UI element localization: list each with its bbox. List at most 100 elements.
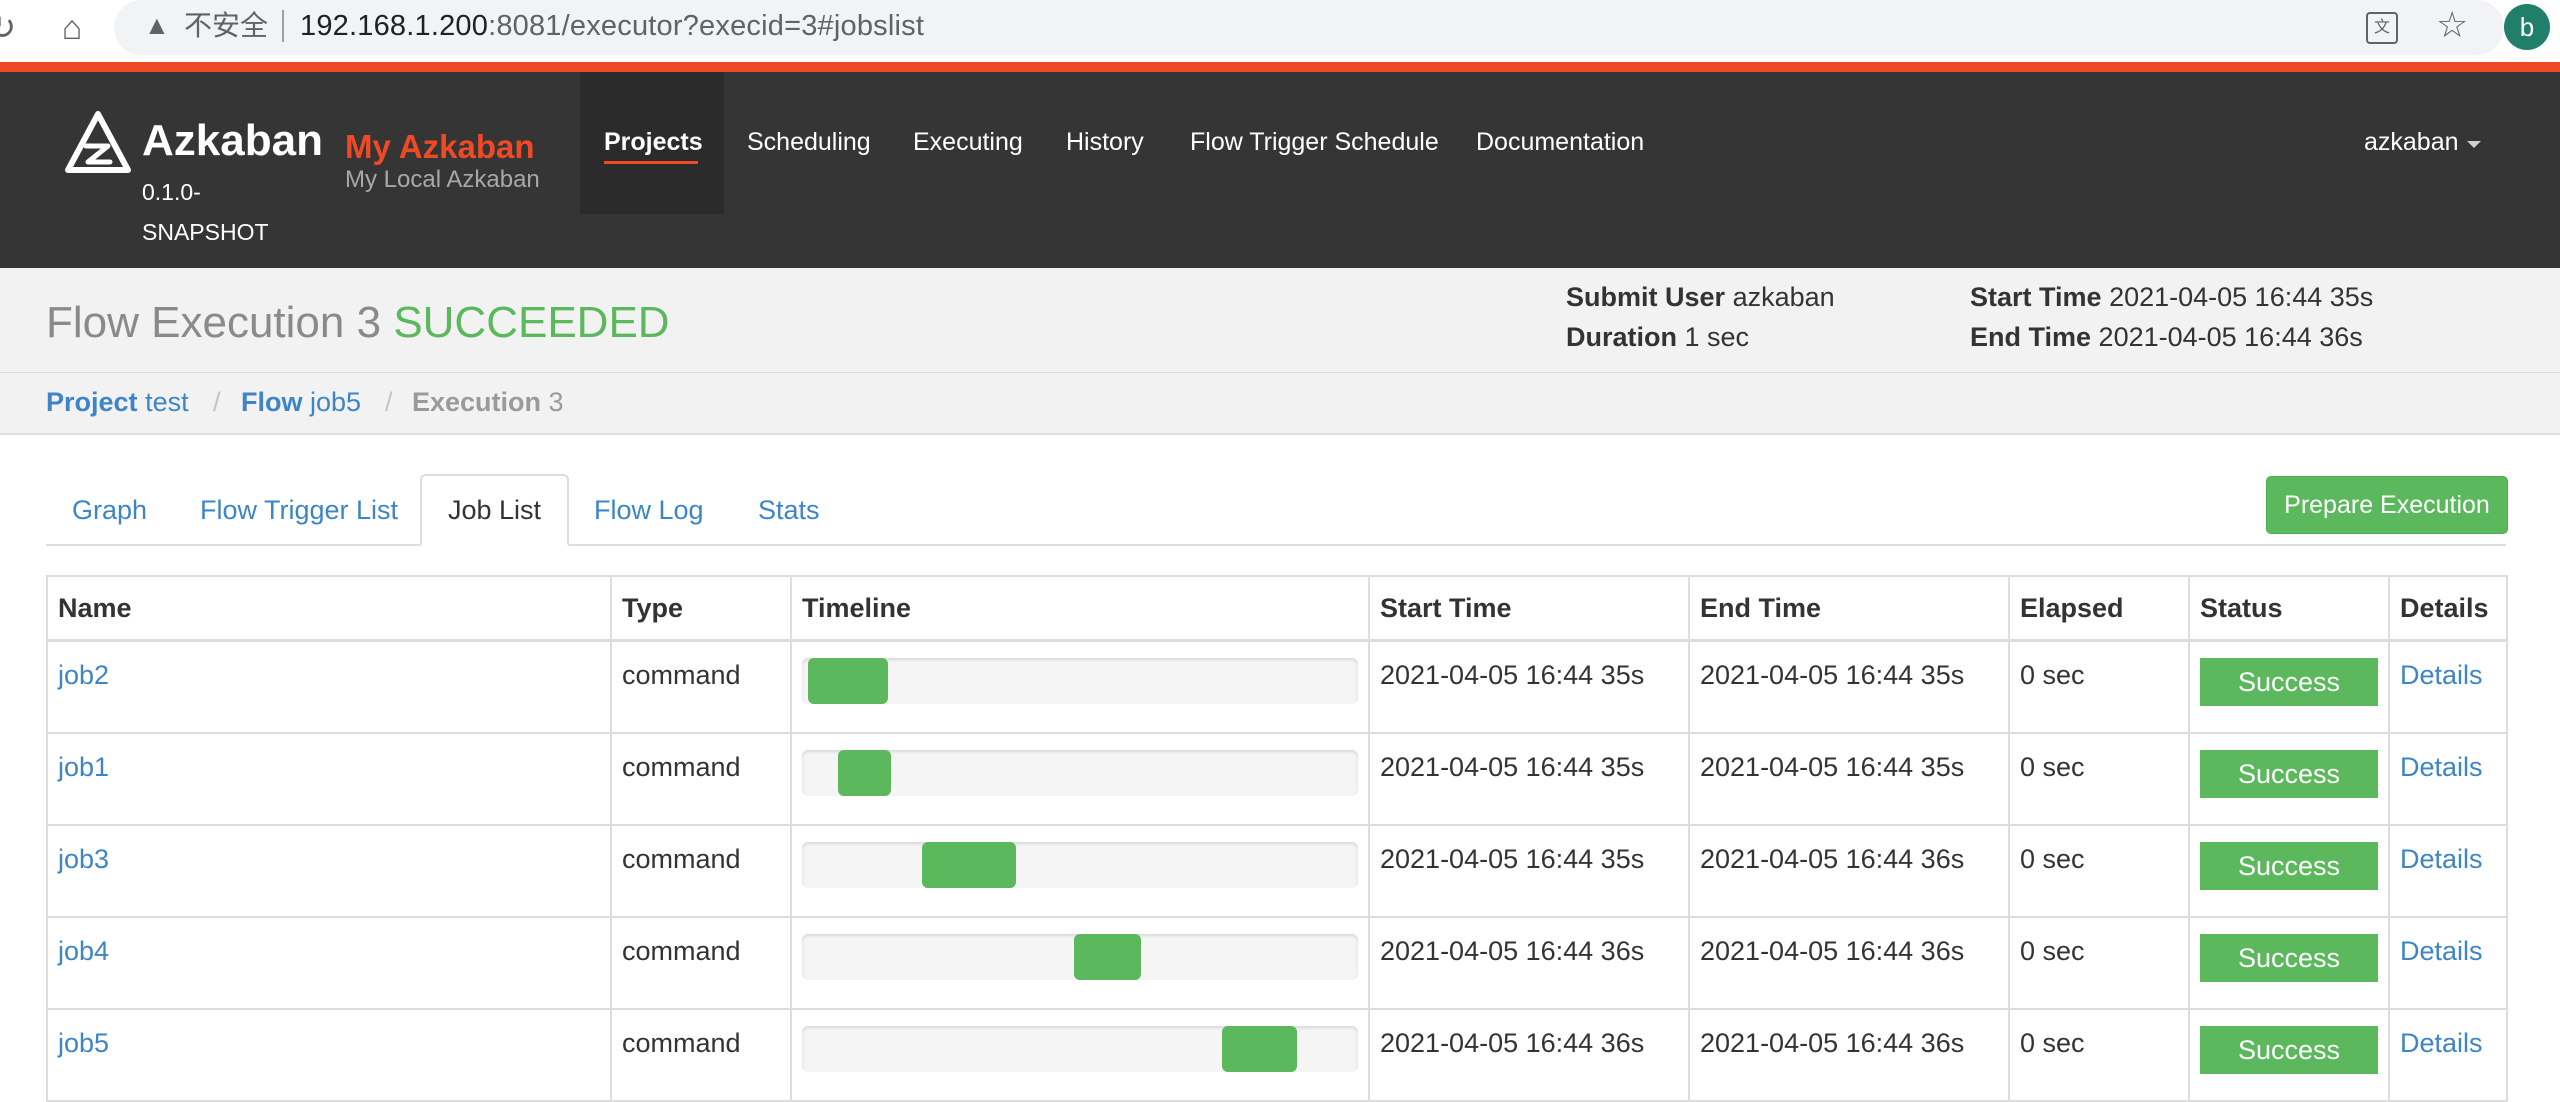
nav-flow-trigger-schedule[interactable]: Flow Trigger Schedule [1190, 128, 1439, 157]
job-end-time: 2021-04-05 16:44 35s [1688, 639, 2010, 734]
status-badge: Success [2200, 750, 2378, 798]
job-elapsed: 0 sec [2008, 916, 2190, 1010]
job-name-link[interactable]: job4 [46, 916, 612, 1010]
nav-projects[interactable]: Projects [604, 128, 703, 157]
address-bar[interactable]: ▲ 不安全 192.168.1.200:8081/executor?execid… [114, 0, 2504, 55]
chevron-down-icon[interactable] [2467, 141, 2481, 148]
job-name-link[interactable]: job2 [46, 639, 612, 734]
table-row: job3 command 2021-04-05 16:44 35s 2021-0… [46, 824, 2508, 918]
breadcrumb-project-label[interactable]: Project [46, 387, 138, 417]
app-header: Azkaban 0.1.0-SNAPSHOT My Azkaban My Loc… [0, 72, 2560, 268]
tab-stats[interactable]: Stats [732, 476, 846, 544]
nav-executing[interactable]: Executing [913, 128, 1023, 157]
breadcrumb-project[interactable]: Project test [46, 387, 189, 418]
column-header-type[interactable]: Type [610, 575, 792, 642]
duration-value: 1 sec [1684, 322, 1750, 352]
profile-avatar[interactable]: b [2504, 4, 2550, 50]
execution-header: Flow Execution 3 SUCCEEDED Submit User a… [0, 268, 2560, 373]
duration-info: Duration 1 sec [1566, 322, 1749, 353]
timeline-cell [790, 824, 1370, 918]
details-link[interactable]: Details [2388, 916, 2508, 1010]
end-time-label: End Time [1970, 322, 2092, 352]
tab-job-list[interactable]: Job List [420, 474, 570, 546]
job-name-link[interactable]: job1 [46, 732, 612, 826]
home-icon[interactable]: ⌂ [52, 8, 92, 48]
timeline-bar [802, 842, 1358, 888]
end-time-value: 2021-04-05 16:44 36s [2098, 322, 2363, 352]
breadcrumb-separator: / [385, 387, 393, 417]
submit-user-label: Submit User [1566, 282, 1726, 312]
column-header-details[interactable]: Details [2388, 575, 2508, 642]
timeline-segment [1221, 1026, 1297, 1072]
details-link[interactable]: Details [2388, 1008, 2508, 1102]
tab-flow-trigger-list[interactable]: Flow Trigger List [174, 476, 424, 544]
nav-history[interactable]: History [1066, 128, 1144, 157]
column-header-status[interactable]: Status [2188, 575, 2390, 642]
timeline-cell [790, 639, 1370, 734]
details-link[interactable]: Details [2388, 732, 2508, 826]
timeline-bar [802, 1026, 1358, 1072]
nav-documentation[interactable]: Documentation [1476, 128, 1644, 157]
status-badge: Success [2200, 842, 2378, 890]
column-header-end-time[interactable]: End Time [1688, 575, 2010, 642]
timeline-bar [802, 750, 1358, 796]
timeline-segment [1074, 934, 1142, 980]
job-type: command [610, 639, 792, 734]
insecure-label[interactable]: 不安全 [184, 8, 268, 44]
submit-user-value: azkaban [1732, 282, 1835, 312]
warning-icon[interactable]: ▲ [144, 10, 170, 41]
job-start-time: 2021-04-05 16:44 35s [1368, 732, 1690, 826]
translate-icon[interactable]: 文 [2366, 12, 2398, 44]
user-menu[interactable]: azkaban [2364, 128, 2459, 157]
url-host[interactable]: 192.168.1.200 [300, 10, 488, 42]
job-type: command [610, 916, 792, 1010]
azkaban-logo-icon[interactable] [64, 110, 132, 178]
accent-stripe [0, 62, 2560, 72]
job-name-link[interactable]: job3 [46, 824, 612, 918]
execution-status: SUCCEEDED [393, 298, 670, 347]
timeline-cell [790, 916, 1370, 1010]
url-text[interactable]: 192.168.1.200:8081/executor?execid=3#job… [300, 8, 924, 44]
end-time-info: End Time 2021-04-05 16:44 36s [1970, 322, 2363, 353]
column-header-timeline[interactable]: Timeline [790, 575, 1370, 642]
title-prefix: Flow Execution [46, 298, 345, 347]
job-elapsed: 0 sec [2008, 639, 2190, 734]
column-header-name[interactable]: Name [46, 575, 612, 642]
execution-id: 3 [356, 298, 382, 347]
prepare-execution-button[interactable]: Prepare Execution [2266, 476, 2508, 534]
timeline-cell [790, 1008, 1370, 1102]
breadcrumb-flow-value[interactable]: job5 [310, 387, 361, 417]
bookmark-star-icon[interactable]: ☆ [2436, 4, 2468, 46]
job-end-time: 2021-04-05 16:44 36s [1688, 824, 2010, 918]
column-header-elapsed[interactable]: Elapsed [2008, 575, 2190, 642]
nav-scheduling[interactable]: Scheduling [747, 128, 871, 157]
status-badge: Success [2200, 658, 2378, 706]
job-start-time: 2021-04-05 16:44 36s [1368, 1008, 1690, 1102]
details-link[interactable]: Details [2388, 824, 2508, 918]
timeline-segment [838, 750, 891, 796]
breadcrumb-flow[interactable]: Flow job5 [241, 387, 361, 418]
breadcrumb-project-value[interactable]: test [145, 387, 189, 417]
job-name-link[interactable]: job5 [46, 1008, 612, 1102]
status-badge: Success [2200, 934, 2378, 982]
page-title: Flow Execution 3 SUCCEEDED [46, 298, 670, 348]
breadcrumb-flow-label[interactable]: Flow [241, 387, 303, 417]
start-time-label: Start Time [1970, 282, 2102, 312]
job-list-table: Name Type Timeline Start Time End Time E… [46, 575, 2508, 1102]
nav-active-underline [604, 161, 698, 164]
reload-icon[interactable]: ↻ [0, 8, 22, 48]
table-row: job5 command 2021-04-05 16:44 36s 2021-0… [46, 1008, 2508, 1102]
breadcrumb: Project test / Flow job5 / Execution 3 [0, 373, 2560, 435]
job-type: command [610, 1008, 792, 1102]
tabs-divider [46, 544, 2506, 546]
job-elapsed: 0 sec [2008, 732, 2190, 826]
job-type: command [610, 824, 792, 918]
tab-flow-log[interactable]: Flow Log [568, 476, 730, 544]
details-link[interactable]: Details [2388, 639, 2508, 734]
table-row: job1 command 2021-04-05 16:44 35s 2021-0… [46, 732, 2508, 826]
timeline-bar [802, 934, 1358, 980]
url-path[interactable]: :8081/executor?execid=3#jobslist [488, 10, 924, 42]
column-header-start-time[interactable]: Start Time [1368, 575, 1690, 642]
tab-graph[interactable]: Graph [46, 476, 173, 544]
brand-name[interactable]: Azkaban [142, 116, 323, 166]
